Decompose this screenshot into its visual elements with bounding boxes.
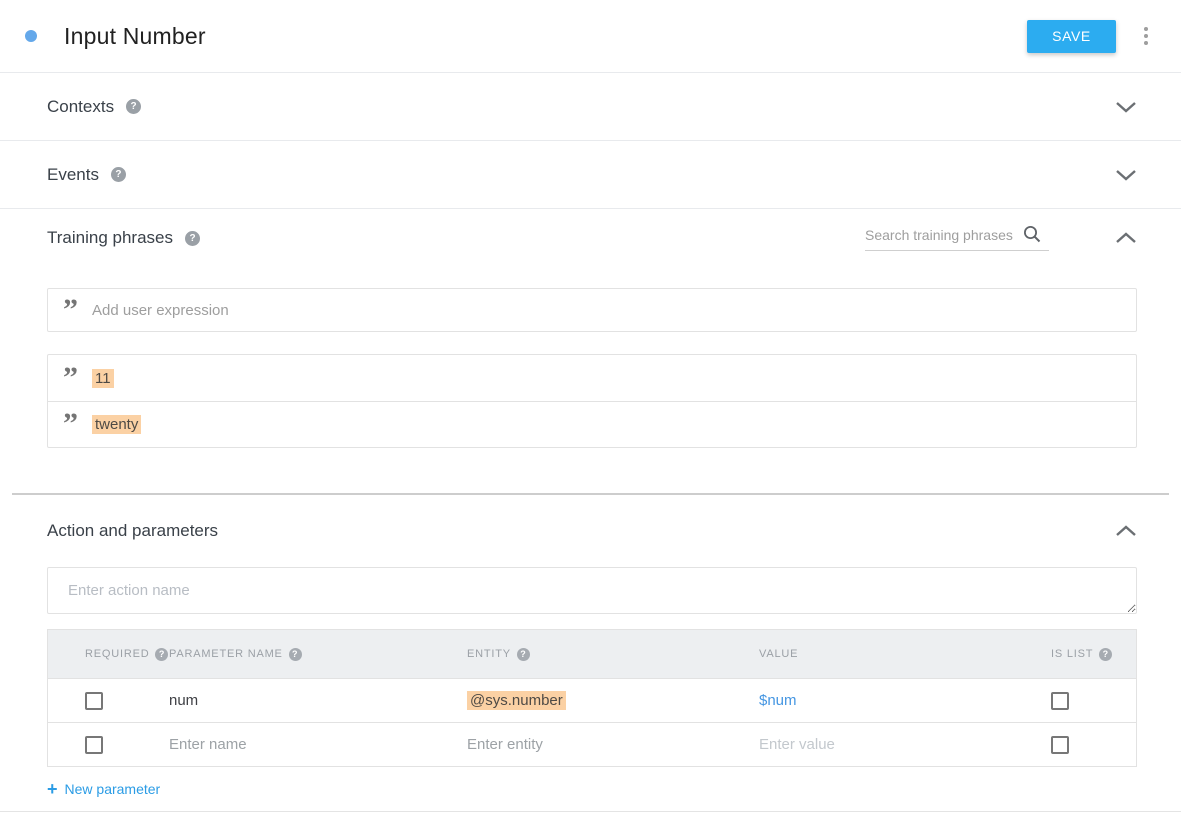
action-parameters-title: Action and parameters bbox=[47, 521, 218, 541]
contexts-section-header[interactable]: Contexts bbox=[0, 73, 1181, 141]
action-section-header: Action and parameters bbox=[0, 495, 1181, 553]
contexts-title: Contexts bbox=[47, 97, 114, 117]
search-training-phrases bbox=[865, 225, 1049, 251]
is-list-help-icon[interactable] bbox=[1099, 648, 1112, 661]
intent-status-dot bbox=[25, 30, 37, 42]
quote-icon bbox=[63, 305, 85, 324]
col-value-label: VALUE bbox=[759, 648, 798, 660]
training-phrase-row[interactable]: 11 bbox=[48, 355, 1136, 401]
bottom-divider bbox=[0, 811, 1181, 812]
new-parameter-entity-input[interactable] bbox=[467, 736, 736, 753]
contexts-help-icon[interactable] bbox=[126, 99, 141, 114]
save-button[interactable]: SAVE bbox=[1027, 20, 1116, 53]
training-phrases-section-header: Training phrases bbox=[0, 209, 1181, 267]
chevron-down-icon[interactable] bbox=[1115, 169, 1137, 181]
action-name-input[interactable] bbox=[47, 567, 1137, 614]
is-list-checkbox[interactable] bbox=[1051, 736, 1069, 754]
new-parameter-value-input[interactable] bbox=[759, 736, 1028, 753]
add-user-expression-box bbox=[47, 288, 1137, 332]
new-parameter-row bbox=[48, 722, 1136, 766]
required-checkbox[interactable] bbox=[85, 736, 103, 754]
parameter-value[interactable]: $num bbox=[759, 692, 797, 709]
col-is-list-label: IS LIST bbox=[1051, 648, 1093, 660]
col-parameter-name-label: PARAMETER NAME bbox=[169, 648, 283, 660]
parameter-row: num @sys.number $num bbox=[48, 678, 1136, 722]
required-checkbox[interactable] bbox=[85, 692, 103, 710]
parameters-table-header: REQUIRED PARAMETER NAME ENTITY VALUE IS … bbox=[48, 630, 1136, 678]
training-phrases-title: Training phrases bbox=[47, 228, 173, 248]
quote-icon bbox=[63, 373, 85, 392]
required-help-icon[interactable] bbox=[155, 648, 168, 661]
search-training-phrases-input[interactable] bbox=[865, 227, 1023, 243]
parameter-name-help-icon[interactable] bbox=[289, 648, 302, 661]
add-user-expression-input[interactable] bbox=[92, 302, 1136, 319]
chevron-down-icon[interactable] bbox=[1115, 101, 1137, 113]
more-options-icon[interactable] bbox=[1139, 21, 1153, 51]
entity-help-icon[interactable] bbox=[517, 648, 530, 661]
training-phrase-text[interactable]: twenty bbox=[92, 415, 141, 434]
new-parameter-name-input[interactable] bbox=[169, 736, 443, 753]
is-list-checkbox[interactable] bbox=[1051, 692, 1069, 710]
quote-icon bbox=[63, 419, 85, 438]
training-phrase-text[interactable]: 11 bbox=[92, 369, 114, 388]
events-title: Events bbox=[47, 165, 99, 185]
parameter-name-value[interactable]: num bbox=[169, 692, 198, 709]
app-header: Input Number SAVE bbox=[0, 0, 1181, 73]
training-phrases-list: 11 twenty bbox=[47, 354, 1137, 448]
new-parameter-label: New parameter bbox=[65, 781, 161, 797]
training-phrase-row[interactable]: twenty bbox=[48, 401, 1136, 447]
parameter-entity-value[interactable]: @sys.number bbox=[467, 691, 566, 710]
col-entity-label: ENTITY bbox=[467, 648, 511, 660]
col-required-label: REQUIRED bbox=[85, 648, 149, 660]
events-section-header[interactable]: Events bbox=[0, 141, 1181, 209]
chevron-up-icon[interactable] bbox=[1115, 525, 1137, 537]
new-parameter-button[interactable]: + New parameter bbox=[47, 781, 160, 797]
parameters-table: REQUIRED PARAMETER NAME ENTITY VALUE IS … bbox=[47, 629, 1137, 767]
search-icon[interactable] bbox=[1023, 225, 1042, 244]
chevron-up-icon[interactable] bbox=[1115, 232, 1137, 244]
page-title: Input Number bbox=[64, 23, 1027, 50]
events-help-icon[interactable] bbox=[111, 167, 126, 182]
plus-icon: + bbox=[47, 782, 58, 796]
training-phrases-help-icon[interactable] bbox=[185, 231, 200, 246]
